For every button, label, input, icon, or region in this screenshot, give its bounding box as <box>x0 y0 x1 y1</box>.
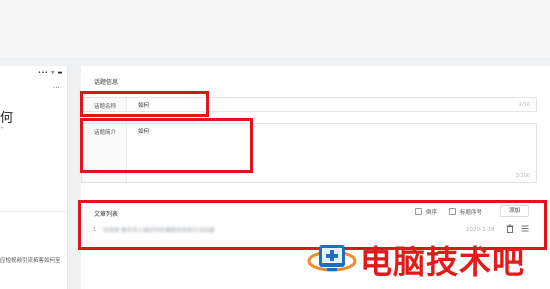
more-icon: ··· <box>53 84 60 92</box>
phone-preview: ••• ᯤ ▬ ··· 何 + 应短视频引流拓客如何至 <box>0 66 68 289</box>
preview-topic-title: 何 <box>0 111 14 126</box>
section-title-topic-info: 话题信息 <box>94 79 119 86</box>
watermark-text: 电脑技术吧 <box>360 243 526 281</box>
preview-subtitle: + <box>0 125 5 131</box>
top-bar <box>0 0 550 57</box>
highlight-topic-name <box>80 91 209 117</box>
topic-name-counter: 2/16 <box>518 102 530 108</box>
highlight-topic-intro <box>80 118 253 173</box>
topic-intro-counter: 2/200 <box>515 173 530 179</box>
preview-divider <box>0 211 67 212</box>
phone-status-bar: ••• ᯤ ▬ <box>38 70 63 76</box>
preview-article-item: 应短视频引流拓客如何至 <box>0 258 61 264</box>
watermark-logo <box>306 239 358 279</box>
